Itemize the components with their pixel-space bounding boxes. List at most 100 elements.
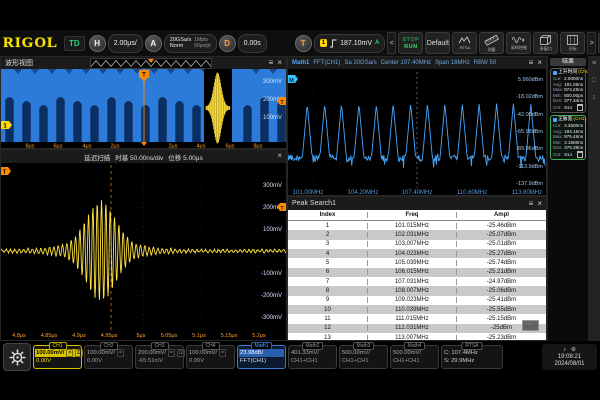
strip-icon-2[interactable]: ↕ (592, 94, 596, 102)
horizontal-knob[interactable]: H (89, 35, 106, 52)
main-waveform-plot[interactable]: T1300mV200mV100mVT8μs6μs4μs2μs2μs4μs6μs8… (1, 69, 286, 148)
channel-tab-label: Math2 (302, 342, 324, 350)
sample-control-label: 采样控制 (511, 45, 527, 50)
close-icon[interactable]: × (277, 151, 282, 161)
channel-card-ch3[interactable]: CH3200.00mV/=Ω-65.51mV (135, 345, 184, 369)
channel-offset-value: FFT(CH1) (238, 357, 285, 365)
table-row[interactable]: 1101.015MHz-25.46dBm (288, 221, 546, 230)
table-cell: 112.031MHz (368, 325, 457, 331)
table-cell: -25.23dBm (457, 335, 546, 340)
timebase-box[interactable]: 2.00μs/ (108, 34, 143, 53)
trigger-knob[interactable]: T (295, 35, 312, 52)
close-icon[interactable]: × (537, 199, 542, 209)
menu-icon[interactable]: ≡ (529, 199, 534, 209)
menu-icon[interactable]: ≡ (269, 58, 274, 68)
measure-button[interactable]: 测量 (479, 32, 504, 54)
peak-search-table[interactable]: IndexFreqAmpl1101.015MHz-25.46dBm2102.03… (288, 210, 546, 340)
peak-search-header: Peak Search1 ≡ × (288, 197, 546, 210)
table-row[interactable]: 7107.031MHz-24.97dBm (288, 277, 546, 286)
channel-scale-value: C: 107.4MHz (444, 349, 478, 357)
run-stop-button[interactable]: STOP RUN (398, 32, 423, 54)
delete-measure-icon[interactable] (577, 151, 583, 158)
fft-header: Math1 FFT(CH1) Sa 20GSa/s Center 107.40M… (288, 57, 546, 69)
delete-measure-icon[interactable] (577, 104, 583, 111)
table-cell: 5 (288, 260, 368, 266)
delayed-sweep-timebase: 时基 50.00ns/div (115, 152, 163, 162)
table-cell: -25.27dBm (457, 251, 546, 257)
settings-button[interactable] (3, 343, 31, 371)
channel-card-math4[interactable]: Math4500.00mV/CH1+CH1 (390, 345, 439, 369)
table-row[interactable]: 13113.007MHz-25.23dBm (288, 333, 546, 340)
table-row[interactable]: 2102.031MHz-25.07dBm (288, 230, 546, 239)
table-row[interactable]: 6106.015MHz-25.21dBm (288, 268, 546, 277)
waveform-nav-strip[interactable] (90, 58, 212, 69)
fft-rbw: RBW 50 (474, 60, 496, 66)
system-status-icon: ⊕ (571, 347, 576, 354)
toolbar-next-icon[interactable]: > (587, 32, 596, 54)
strip-icon-0[interactable]: ≡ (592, 60, 596, 68)
svg-text:-200mV: -200mV (261, 293, 282, 299)
channel-tab-label: RTSA (461, 342, 482, 350)
channel-card-math3[interactable]: Math3500.00mV/CH1+CH1 (339, 345, 388, 369)
channel-card-ch2[interactable]: CH2100.00mV/=0.00V (84, 345, 133, 369)
close-icon[interactable]: × (277, 58, 282, 68)
strip-icon-1[interactable]: □ (592, 77, 596, 85)
column-header: Freq (368, 212, 457, 218)
channel-card-ch1[interactable]: CH1100.00mV/=Ω0.00V (33, 345, 82, 369)
table-row[interactable]: 4104.023MHz-25.27dBm (288, 249, 546, 258)
table-row[interactable]: 5105.039MHz-25.74dBm (288, 258, 546, 267)
channel-card-math2[interactable]: Math2401.33mV/CH1+CH1 (288, 345, 337, 369)
close-icon[interactable]: × (537, 58, 542, 68)
delay-knob[interactable]: D (219, 35, 236, 52)
rtsa-button[interactable]: RTSA (452, 32, 477, 54)
channel-tab-label: Math1 (251, 342, 273, 350)
svg-text:104.20MHz: 104.20MHz (348, 190, 379, 195)
keyboard-icon[interactable]: ⋯ (522, 320, 539, 331)
acquire-knob[interactable]: A (145, 35, 162, 52)
menu-icon[interactable]: ≡ (529, 58, 534, 68)
cursor-button[interactable]: 光标 (560, 32, 585, 54)
channel-offset-value: -65.51mV (136, 357, 183, 365)
multi-window-button[interactable]: 多窗口 (533, 32, 558, 54)
delayed-sweep-title: 延迟扫描 (84, 152, 110, 162)
channel-scale-value: 23.98dB/ (240, 349, 263, 357)
ruler-icon (484, 34, 499, 46)
table-row[interactable]: 9109.023MHz-25.41dBm (288, 296, 546, 305)
table-row[interactable]: 10110.039MHz-25.55dBm (288, 305, 546, 314)
coupling-icon: = (117, 349, 124, 357)
results-title: 结果 (550, 58, 586, 66)
default-button[interactable]: Default (425, 32, 450, 54)
table-cell: -25.41dBm (457, 297, 546, 303)
table-row[interactable]: 8108.007MHz-25.06dBm (288, 286, 546, 295)
table-row[interactable]: 3103.007MHz-25.01dBm (288, 240, 546, 249)
channel-card-ch4[interactable]: CH4100.00mV/=0.00V (186, 345, 235, 369)
measurement-card[interactable]: 正脉宽(CH1)Cur:3.3500nsAvg:184.15nsMax:975.… (550, 115, 586, 160)
table-cell: 4 (288, 251, 368, 257)
fft-spectrum-plot[interactable]: M5.960dBm-18.02dBm-42.00dBm-65.98dBm-89.… (288, 70, 546, 195)
trigger-mode-badge[interactable]: TD (64, 36, 85, 51)
sample-control-button[interactable]: 采样控制 (506, 32, 531, 54)
svg-text:4.8μs: 4.8μs (12, 333, 26, 339)
stat-value: 614 (564, 152, 572, 158)
table-cell: 7 (288, 279, 368, 285)
measurement-card[interactable]: 上升时间(CH1)Cur:2.0000nsAvg:181.05nsMax:974… (550, 68, 586, 113)
toolbar-prev-icon[interactable]: < (387, 32, 396, 54)
svg-text:T: T (280, 206, 283, 212)
zoom-waveform-plot[interactable]: T300mV200mV100mV-100mV-200mV-300mVT4.8μs… (1, 163, 286, 340)
channel-card-rtsa[interactable]: RTSAC: 107.4MHzS: 29.9MHz (441, 345, 503, 369)
svg-text:2μs: 2μs (111, 144, 120, 149)
clock-box[interactable]: ♪⊕ 19:08:21 2024/08/01 (542, 344, 597, 370)
svg-text:-42.00dBm: -42.00dBm (516, 112, 543, 118)
trigger-box[interactable]: 1 187.10mV A (314, 34, 386, 53)
delay-box[interactable]: 0.00s (238, 34, 267, 53)
table-row[interactable]: 12112.031MHz-25dBm (288, 324, 546, 333)
impedance-icon: Ω (177, 349, 185, 357)
delayed-sweep-offset: 位移 5.00μs (168, 152, 202, 162)
impedance-icon: Ω (75, 349, 83, 357)
channel-offset-value: S: 29.9MHz (442, 357, 502, 365)
acquire-box[interactable]: 20GSa/s Norm 1Mpts 50ps/pt (164, 34, 217, 53)
table-row[interactable]: 11111.015MHz-25.15dBm (288, 314, 546, 323)
channel-card-math1[interactable]: Math123.98dB/FFT(CH1) (237, 345, 286, 369)
svg-text:113.80MHz: 113.80MHz (512, 190, 542, 195)
svg-text:-137.9dBm: -137.9dBm (516, 181, 543, 187)
